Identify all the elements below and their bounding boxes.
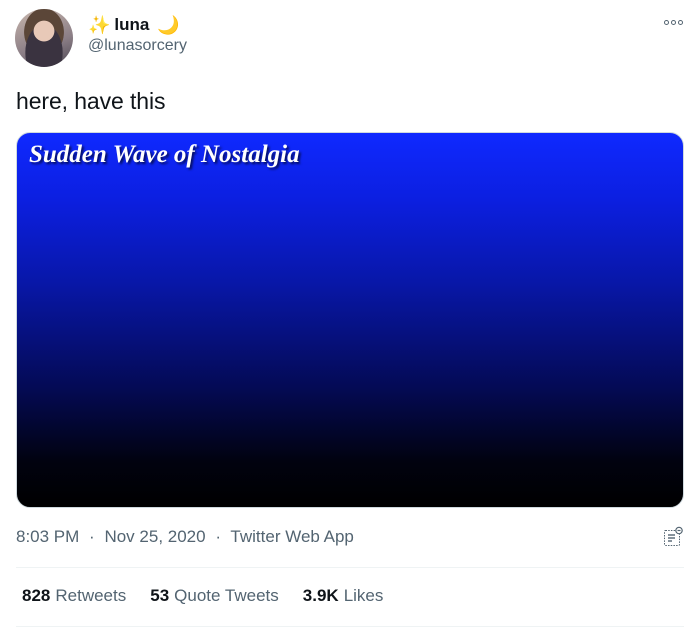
- tweet-date[interactable]: Nov 25, 2020: [104, 527, 205, 546]
- tweet-source[interactable]: Twitter Web App: [230, 527, 353, 546]
- likes-stat[interactable]: 3.9K Likes: [303, 586, 384, 606]
- author-display-name[interactable]: ✨ luna 🌙: [88, 13, 180, 37]
- crescent-moon-icon: 🌙: [157, 15, 180, 35]
- meta-separator: ·: [89, 527, 95, 546]
- more-dot-icon: [663, 19, 669, 25]
- more-dot-icon: [670, 19, 676, 25]
- tweet-card: ✨ luna 🌙 @lunasorcery here, have this Su…: [0, 0, 700, 635]
- quote-tweets-label: Quote Tweets: [174, 586, 279, 605]
- tweet-metadata: 8:03 PM · Nov 25, 2020 · Twitter Web App: [16, 527, 354, 547]
- divider: [16, 567, 684, 568]
- tweet-stats: 828 Retweets 53 Quote Tweets 3.9K Likes: [22, 586, 407, 606]
- analytics-icon[interactable]: [662, 526, 684, 548]
- media-caption-text: Sudden Wave of Nostalgia: [29, 141, 300, 168]
- retweets-count: 828: [22, 586, 51, 605]
- divider: [16, 626, 684, 627]
- likes-label: Likes: [343, 586, 384, 605]
- retweets-stat[interactable]: 828 Retweets: [22, 586, 126, 606]
- tweet-text: here, have this: [16, 88, 166, 114]
- tweet-media-image[interactable]: Sudden Wave of Nostalgia: [16, 132, 684, 508]
- meta-separator: ·: [215, 527, 221, 546]
- avatar[interactable]: [15, 9, 73, 67]
- quote-tweets-stat[interactable]: 53 Quote Tweets: [150, 586, 279, 606]
- more-dot-icon: [677, 19, 683, 25]
- more-options-button[interactable]: [660, 14, 686, 30]
- author-name-text: luna: [114, 15, 150, 34]
- author-handle[interactable]: @lunasorcery: [88, 37, 187, 55]
- quote-tweets-count: 53: [150, 586, 170, 605]
- likes-count: 3.9K: [302, 586, 339, 605]
- retweets-label: Retweets: [55, 586, 127, 605]
- tweet-time[interactable]: 8:03 PM: [16, 527, 79, 546]
- sparkles-icon: ✨: [88, 15, 111, 35]
